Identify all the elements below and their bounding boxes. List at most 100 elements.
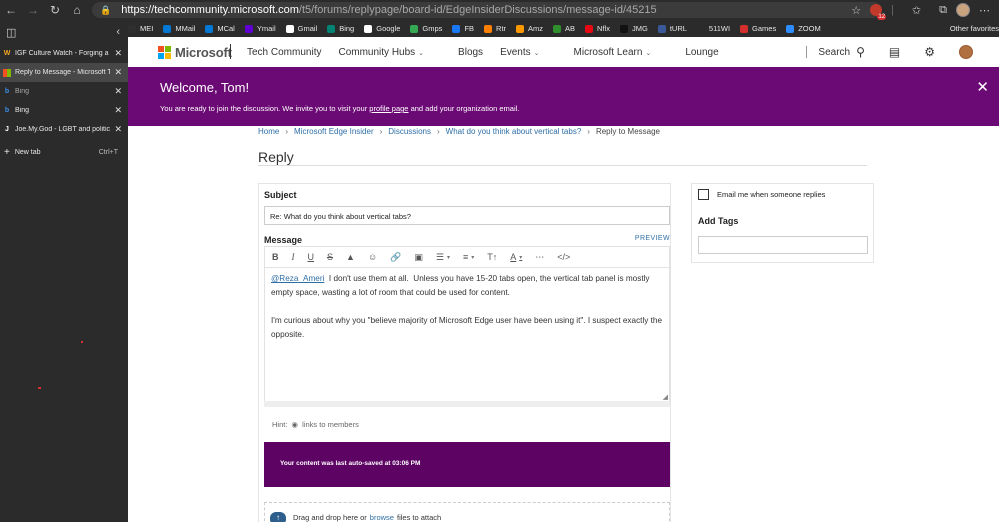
nav-tech-community[interactable]: Tech Community [247,47,321,58]
code-icon[interactable]: </> [557,252,570,262]
text-color-icon[interactable]: A ▾ [510,252,522,262]
favorites-icon[interactable]: ✩ [912,4,921,17]
italic-icon[interactable]: I [292,252,295,262]
microsoft-logo[interactable]: Microsoft [158,45,232,60]
bookmark-item[interactable]: AB [553,24,575,33]
bell-icon[interactable]: ⚙ [924,45,935,59]
nav-item[interactable]: Microsoft Learn ⌄ [574,47,669,58]
tab-item[interactable]: Reply to Message - Microsoft Tec ✕ [0,63,128,82]
breadcrumb-link[interactable]: Discussions [388,127,431,136]
tab-item[interactable]: J Joe.My.God - LGBT and political n✕ [0,120,128,139]
bookmark-item[interactable]: Google [364,24,400,33]
collapse-panel-icon[interactable]: ‹ [116,26,120,38]
close-tab-icon[interactable]: ✕ [114,86,122,97]
forward-icon[interactable]: → [22,0,44,20]
email-checkbox[interactable] [698,189,709,200]
bookmark-item[interactable]: MCal [205,24,235,33]
refresh-icon[interactable]: ↻ [44,0,66,20]
search-label[interactable]: Search [818,47,850,58]
address-bar-row: ← → ↻ ⌂ 🔒 https://techcommunity.microsof… [0,0,999,20]
bookmark-favicon-icon [484,24,493,33]
numbered-list-icon[interactable]: ☰ ▾ [436,252,450,263]
bookmark-item[interactable]: Games [740,24,776,33]
bullet-list-icon[interactable]: ≡ ▾ [463,252,474,262]
tab-item[interactable]: W IGF Culture Watch - Forging a Cu ✕ [0,44,128,63]
nav-item[interactable]: Blogs [458,47,483,58]
bookmark-item[interactable]: 511WI [696,24,730,33]
vertical-tabs-panel: ◫ ‹ W IGF Culture Watch - Forging a Cu ✕ Re… [0,20,128,522]
tab-item[interactable]: b Bing ✕ [0,82,128,101]
link-icon[interactable]: 🔗 [390,252,401,263]
profile-page-link[interactable]: profile page [369,104,408,113]
underline-icon[interactable]: U [308,252,315,262]
brand-name: Microsoft [175,45,232,60]
bookmark-favicon-icon [410,24,419,33]
preview-link[interactable]: PREVIEW [635,235,670,242]
more-icon[interactable]: ⋯ [979,4,990,17]
bookmark-label: Rtr [496,24,507,33]
user-avatar[interactable] [959,45,973,59]
home-icon[interactable]: ⌂ [66,0,88,20]
attach-text-after: files to attach [396,512,442,522]
bookmark-item[interactable]: MMail [163,24,195,33]
new-tab-label: New tab [14,149,41,156]
stray-mark [81,341,83,343]
bookmark-item[interactable]: ZOOM [786,24,821,33]
other-favorites[interactable]: Other favorites [950,20,999,37]
bookmark-item[interactable]: Rtr [484,24,506,33]
breadcrumb-link[interactable]: What do you think about vertical tabs? [446,127,582,136]
bookmark-item[interactable]: Gmail [285,24,317,33]
favorite-star-icon[interactable]: ☆ [851,4,861,17]
profile-avatar[interactable] [956,3,970,17]
back-icon[interactable]: ← [0,0,22,20]
text-size-icon[interactable]: T↑ [487,252,497,262]
nav-item[interactable]: Events ⌄ [500,47,556,58]
tab-actions-icon[interactable]: ◫ [6,26,16,39]
bookmark-item[interactable]: tURL [657,24,687,33]
attachment-dropzone[interactable]: ↑ Drag and drop here or browse files to … [264,502,670,522]
new-tab-button[interactable]: + New tab Ctrl+T [0,143,128,162]
breadcrumb-link[interactable]: Home [258,127,279,136]
nav-item[interactable]: Lounge [685,47,718,58]
close-tab-icon[interactable]: ✕ [114,48,122,59]
warning-icon[interactable]: ▲ [346,252,355,262]
more-options-icon[interactable]: ⋯ [535,252,544,263]
nav-item[interactable]: Community Hubs ⌄ [338,47,441,58]
collections-icon[interactable]: ⧉ [939,4,947,17]
search-icon[interactable]: ⚲ [856,45,865,59]
tags-input[interactable] [698,236,868,254]
bookmark-item[interactable]: FB [452,24,474,33]
bookmark-item[interactable]: JMG [619,24,648,33]
vertical-tabs-header: ◫ ‹ [0,20,128,44]
bookmark-item[interactable]: Amz [516,24,543,33]
bookmark-item[interactable]: Ymail [244,24,276,33]
document-icon[interactable]: ▤ [889,45,900,59]
strikethrough-icon[interactable]: S [327,252,333,262]
breadcrumb-link[interactable]: Microsoft Edge Insider [294,127,374,136]
bookmark-item[interactable]: Nflx [585,24,610,33]
close-tab-icon[interactable]: ✕ [114,105,122,116]
close-tab-icon[interactable]: ✕ [114,124,122,135]
bookmark-item[interactable]: Bing [327,24,354,33]
bookmark-item[interactable]: MEI [128,24,153,33]
emoji-icon[interactable]: ☺ [368,252,377,262]
at-icon: ◉ [291,420,299,429]
bookmark-favicon-icon [696,24,705,33]
url-field[interactable]: 🔒 https://techcommunity.microsoft.com /t… [92,2,882,18]
subject-label: Subject [264,190,297,200]
close-tab-icon[interactable]: ✕ [114,67,122,78]
extension-icon[interactable]: 12 [870,4,887,20]
browse-link[interactable]: browse [370,513,394,522]
favorites-bar: MEI MMail MCal Ymail Gmail Bing Google Gmps FB Rt… [128,20,999,37]
bookmark-label: Amz [528,24,544,33]
close-icon[interactable]: ✕ [976,78,989,96]
subject-input[interactable]: Re: What do you think about vertical tab… [264,206,670,225]
bookmark-item[interactable]: Gmps [410,24,442,33]
camera-icon[interactable]: ▣ [414,252,423,263]
breadcrumb-separator-icon: › [436,127,440,136]
bold-icon[interactable]: B [272,252,279,262]
message-editor[interactable]: @Reza_Ameri I don't use them at all. Unl… [264,267,670,407]
tab-item[interactable]: b Bing ✕ [0,101,128,120]
split-bar-icon: | [891,4,894,16]
mention-link[interactable]: @Reza_Ameri [271,274,324,283]
